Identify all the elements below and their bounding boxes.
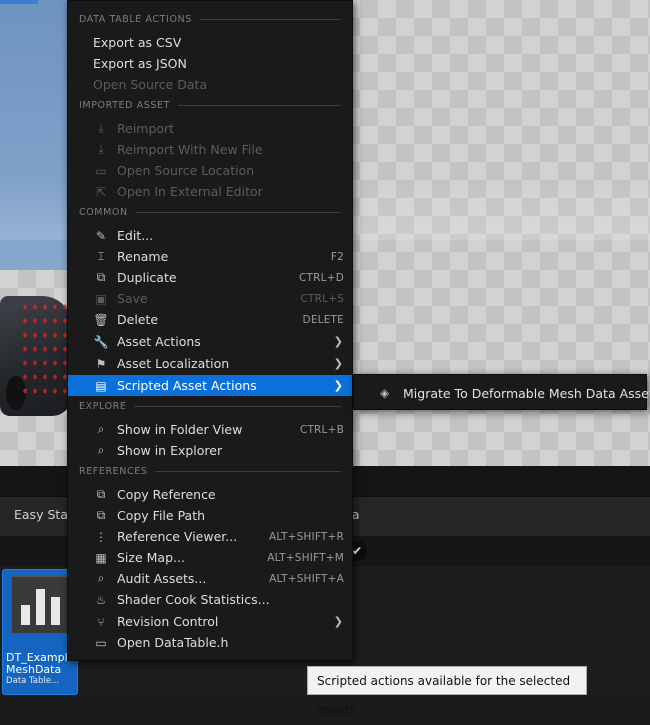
chevron-right-icon: ❯ bbox=[333, 335, 343, 348]
chevron-right-icon: ❯ bbox=[333, 357, 343, 370]
folder-search-icon: ⌕ bbox=[97, 422, 105, 436]
menu-audit-assets[interactable]: ⌕ Audit Assets... ALT+SHIFT+A bbox=[68, 568, 352, 589]
rename-icon: ⌶ bbox=[97, 249, 105, 263]
viewport-corner-tab bbox=[0, 0, 38, 4]
menu-open-external-editor[interactable]: ⇱ Open In External Editor bbox=[68, 181, 352, 202]
menu-reference-viewer[interactable]: ⋮ Reference Viewer... ALT+SHIFT+R bbox=[68, 526, 352, 547]
menu-export-json[interactable]: Export as JSON bbox=[68, 53, 352, 74]
menu-reimport[interactable]: ⤓ Reimport bbox=[68, 118, 352, 139]
tab-easy-stat[interactable]: Easy Stat bbox=[14, 507, 73, 522]
section-imported-asset: IMPORTED ASSET bbox=[79, 100, 341, 111]
shader-icon: ♨ bbox=[95, 592, 107, 607]
audit-search-icon: ⌕ bbox=[97, 571, 105, 585]
menu-copy-file-path[interactable]: ⧉ Copy File Path bbox=[68, 505, 352, 526]
tooltip: Scripted actions available for the selec… bbox=[307, 666, 587, 717]
menu-show-explorer[interactable]: ⌕ Show in Explorer bbox=[68, 440, 352, 461]
scripted-actions-submenu: ◈ Migrate To Deformable Mesh Data Asset bbox=[353, 374, 650, 410]
duplicate-icon: ⧉ bbox=[96, 270, 106, 284]
diamond-arrow-icon: ◈ bbox=[380, 386, 390, 400]
menu-show-folder-view[interactable]: ⌕ Show in Folder View CTRL+B bbox=[68, 419, 352, 440]
menu-reimport-new-file[interactable]: ⤓ Reimport With New File bbox=[68, 139, 352, 160]
datatable-thumbnail-icon bbox=[11, 576, 69, 634]
menu-asset-localization[interactable]: ⚑ Asset Localization ❯ bbox=[68, 353, 352, 374]
copy-path-icon: ⧉ bbox=[96, 508, 106, 522]
flag-icon: ⚑ bbox=[95, 356, 107, 371]
asset-type: Data Table... bbox=[6, 676, 60, 686]
menu-size-map[interactable]: ▦ Size Map... ALT+SHIFT+M bbox=[68, 547, 352, 568]
chevron-right-icon: ❯ bbox=[333, 615, 343, 628]
wrench-icon: 🔧 bbox=[93, 334, 109, 349]
size-map-icon: ▦ bbox=[95, 550, 107, 565]
menu-open-source-location[interactable]: ▭ Open Source Location bbox=[68, 160, 352, 181]
menu-rename[interactable]: ⌶ Rename F2 bbox=[68, 246, 352, 267]
menu-duplicate[interactable]: ⧉ Duplicate CTRL+D bbox=[68, 267, 352, 288]
reimport-file-icon: ⤓ bbox=[98, 142, 104, 156]
menu-open-source-data[interactable]: Open Source Data bbox=[68, 74, 352, 95]
menu-edit[interactable]: ✎ Edit... bbox=[68, 225, 352, 246]
section-explore: EXPLORE bbox=[79, 401, 341, 412]
menu-scripted-asset-actions[interactable]: ▤ Scripted Asset Actions ❯ bbox=[68, 375, 352, 396]
section-references: REFERENCES bbox=[79, 466, 341, 477]
script-icon: ▤ bbox=[95, 378, 107, 393]
trash-icon: 🗑 bbox=[93, 312, 109, 327]
asset-context-menu: DATA TABLE ACTIONS Export as CSV Export … bbox=[67, 0, 353, 661]
menu-save[interactable]: ▣ Save CTRL+S bbox=[68, 288, 352, 309]
menu-export-csv[interactable]: Export as CSV bbox=[68, 32, 352, 53]
reference-graph-icon: ⋮ bbox=[95, 529, 107, 544]
menu-open-datatable-h[interactable]: ▭ Open DataTable.h bbox=[68, 632, 352, 653]
menu-shader-cook-stats[interactable]: ♨ Shader Cook Statistics... bbox=[68, 589, 352, 610]
pencil-icon: ✎ bbox=[95, 228, 107, 243]
save-icon: ▣ bbox=[95, 291, 107, 306]
explorer-icon: ⌕ bbox=[97, 443, 105, 457]
reimport-icon: ⤓ bbox=[98, 121, 104, 135]
folder-icon: ▭ bbox=[95, 163, 107, 178]
menu-revision-control[interactable]: ⑂ Revision Control ❯ bbox=[68, 611, 352, 632]
section-data-table-actions: DATA TABLE ACTIONS bbox=[79, 14, 341, 25]
external-editor-icon: ⇱ bbox=[95, 184, 107, 199]
menu-delete[interactable]: 🗑 Delete DELETE bbox=[68, 309, 352, 330]
cpp-file-icon: ▭ bbox=[95, 635, 107, 650]
submenu-migrate-deformable[interactable]: ◈ Migrate To Deformable Mesh Data Asset bbox=[354, 382, 650, 404]
menu-copy-reference[interactable]: ⧉ Copy Reference bbox=[68, 484, 352, 505]
branch-icon: ⑂ bbox=[97, 614, 105, 629]
section-common: COMMON bbox=[79, 207, 341, 218]
menu-asset-actions[interactable]: 🔧 Asset Actions ❯ bbox=[68, 331, 352, 352]
chevron-right-icon: ❯ bbox=[333, 379, 343, 392]
copy-icon: ⧉ bbox=[96, 487, 106, 501]
